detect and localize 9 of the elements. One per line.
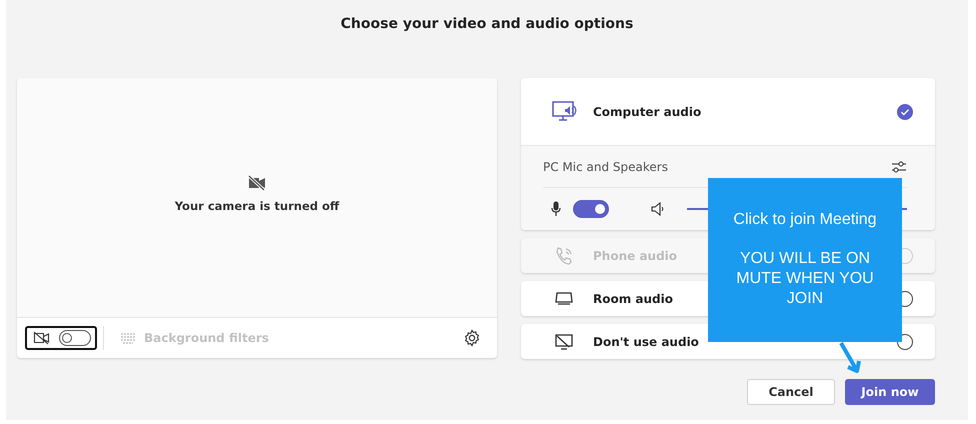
audio-option-label: Phone audio bbox=[593, 248, 678, 262]
dialog-title: Choose your video and audio options bbox=[340, 15, 634, 34]
device-name: PC Mic and Speakers bbox=[543, 160, 668, 174]
audio-option-label: Room audio bbox=[593, 292, 673, 306]
camera-status-text: Your camera is turned off bbox=[174, 198, 340, 212]
audio-option-label: Don't use audio bbox=[593, 334, 699, 348]
callout-text: Click to join Meeting bbox=[732, 210, 878, 230]
audio-option-label: Computer audio bbox=[593, 104, 702, 118]
callout-text: YOU WILL BE ON MUTE WHEN YOU JOIN bbox=[735, 249, 875, 309]
